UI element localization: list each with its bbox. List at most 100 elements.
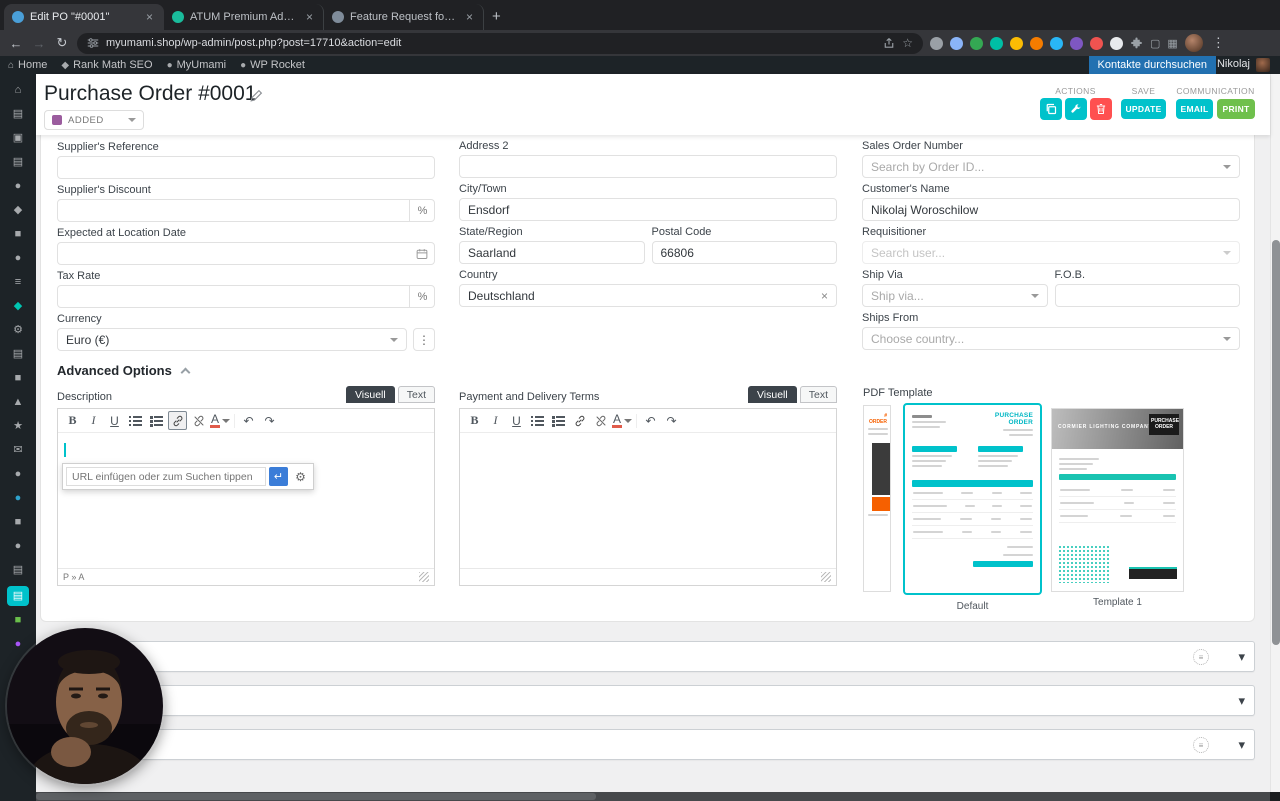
link-url-input[interactable] [66, 467, 266, 486]
extension-icon[interactable] [1090, 36, 1103, 50]
search-contacts-button[interactable]: Kontakte durchsuchen [1088, 56, 1216, 74]
adminbar-home[interactable]: ⌂ Home [8, 59, 47, 71]
clone-po-button[interactable] [1040, 98, 1062, 120]
tab-atum-addons[interactable]: ATUM Premium Add-Ons - ATU × [164, 4, 324, 30]
clear-country-icon[interactable]: × [821, 289, 828, 303]
sidebar-icon-seo[interactable]: ● [8, 466, 28, 482]
new-tab-button[interactable]: + [492, 8, 501, 25]
sidebar-icon-dashboard[interactable]: ⌂ [8, 82, 28, 98]
address-bar[interactable]: myumami.shop/wp-admin/post.php?post=1771… [77, 32, 923, 54]
numbered-list-button[interactable] [549, 411, 568, 430]
vertical-scrollbar-thumb[interactable] [1272, 240, 1280, 645]
collapsed-metabox-3[interactable]: ≡ ▾ [40, 729, 1255, 760]
sidebar-icon-exports[interactable]: ▤ [8, 562, 28, 578]
description-editor[interactable]: B I U A ↶ ↷ ↵ [57, 408, 435, 586]
italic-button[interactable]: I [84, 411, 103, 430]
sidebar-icon-plugins[interactable]: ■ [8, 226, 28, 242]
edit-title-pencil-icon[interactable] [250, 89, 263, 107]
extension-icon[interactable] [1050, 36, 1063, 50]
reload-icon[interactable]: ↻ [54, 35, 70, 51]
sidebar-icon-appearance[interactable]: ◆ [8, 202, 28, 218]
adminbar-user[interactable]: Nikolaj [1217, 58, 1250, 70]
bookmark-star-icon[interactable]: ☆ [902, 36, 913, 50]
visual-tab[interactable]: Visuell [345, 386, 395, 403]
back-icon[interactable]: ← [8, 36, 24, 51]
horizontal-scrollbar[interactable] [36, 792, 1270, 801]
sidebar-icon-marketing[interactable]: ★ [8, 418, 28, 434]
adminbar-rank-math[interactable]: ◆ Rank Math SEO [61, 59, 152, 71]
extension-icon[interactable] [990, 36, 1003, 50]
sidebar-icon-modules[interactable]: ■ [8, 514, 28, 530]
sidebar-icon-mail[interactable]: ✉ [8, 442, 28, 458]
advanced-options-toggle[interactable]: Advanced Options [57, 363, 191, 378]
link-settings-icon[interactable]: ⚙ [291, 467, 310, 486]
currency-options-button[interactable]: ⋮ [413, 328, 435, 351]
tab-close-icon[interactable]: × [144, 10, 155, 24]
extension-icon[interactable] [1010, 36, 1023, 50]
toggle-panel-icon[interactable]: ▾ [1238, 737, 1245, 753]
drag-handle-icon[interactable]: ≡ [1193, 737, 1209, 753]
extensions-puzzle-icon[interactable] [1130, 37, 1143, 50]
ship-via-select[interactable]: Ship via... [862, 284, 1048, 307]
sidebar-icon-pages[interactable]: ▤ [8, 154, 28, 170]
postal-code-input[interactable] [651, 241, 837, 264]
delete-po-button[interactable] [1090, 98, 1112, 120]
terms-editor-content[interactable] [460, 433, 836, 568]
text-tab[interactable]: Text [397, 386, 435, 403]
suppliers-discount-input[interactable] [57, 199, 435, 222]
redo-button[interactable]: ↷ [662, 411, 681, 430]
vertical-scrollbar[interactable] [1270, 74, 1280, 792]
extension-icon[interactable] [1070, 36, 1083, 50]
extension-icon[interactable] [1030, 36, 1043, 50]
sidebar-icon-stock-central[interactable]: ▤ [8, 346, 28, 362]
sales-order-select[interactable]: Search by Order ID... [862, 155, 1240, 178]
collapsed-metabox-1[interactable]: ≡ ▾ [40, 641, 1255, 672]
unlink-button[interactable] [189, 411, 208, 430]
suppliers-reference-input[interactable] [57, 156, 435, 179]
tools-button[interactable] [1065, 98, 1087, 120]
sidebar-icon-atum[interactable]: ◆ [8, 298, 28, 314]
pdf-template-default[interactable]: PURCHASE ORDER [903, 403, 1042, 595]
browser-profile-avatar[interactable] [1184, 34, 1203, 52]
apps-grid-icon[interactable]: ▦ [1167, 37, 1177, 50]
numbered-list-button[interactable] [147, 411, 166, 430]
requisitioner-select[interactable]: Search user... [862, 241, 1240, 264]
extension-icon[interactable] [1110, 36, 1123, 50]
update-button[interactable]: UPDATE [1121, 99, 1166, 119]
redo-button[interactable]: ↷ [260, 411, 279, 430]
sidebar-icon-users[interactable]: ● [8, 250, 28, 266]
link-submit-button[interactable]: ↵ [269, 467, 288, 486]
underline-button[interactable]: U [507, 411, 526, 430]
text-tab[interactable]: Text [799, 386, 837, 403]
italic-button[interactable]: I [486, 411, 505, 430]
sidebar-icon-analytics[interactable]: ▲ [8, 394, 28, 410]
sidebar-icon-products[interactable]: ■ [8, 370, 28, 386]
horizontal-scrollbar-thumb[interactable] [36, 793, 596, 800]
tab-feature-request[interactable]: Feature Request for PO item org × [324, 4, 484, 30]
email-button[interactable]: EMAIL [1176, 99, 1213, 119]
share-icon[interactable] [883, 37, 895, 49]
extension-icon[interactable] [930, 36, 943, 50]
link-button[interactable] [570, 411, 589, 430]
toggle-panel-icon[interactable]: ▾ [1238, 693, 1245, 709]
sidebar-icon-addon-green[interactable]: ■ [8, 612, 28, 628]
visual-tab[interactable]: Visuell [747, 386, 797, 403]
bold-button[interactable]: B [63, 411, 82, 430]
sidebar-icon-notifications[interactable]: ● [8, 490, 28, 506]
country-select[interactable]: Deutschland × [459, 284, 837, 307]
sidebar-icon-media[interactable]: ▣ [8, 130, 28, 146]
ships-from-select[interactable]: Choose country... [862, 327, 1240, 350]
undo-button[interactable]: ↶ [239, 411, 258, 430]
print-button[interactable]: PRINT [1217, 99, 1255, 119]
underline-button[interactable]: U [105, 411, 124, 430]
currency-select[interactable]: Euro (€) [57, 328, 407, 351]
bullet-list-button[interactable] [126, 411, 145, 430]
fob-input[interactable] [1054, 284, 1240, 307]
extension-icon[interactable] [970, 36, 983, 50]
adminbar-site-name[interactable]: ● MyUmami [167, 59, 227, 71]
sidebar-icon-tools[interactable]: ≡ [8, 274, 28, 290]
pdf-template-partial[interactable]: # ORDER [863, 405, 891, 592]
address2-input[interactable] [459, 155, 837, 178]
adminbar-wp-rocket[interactable]: ● WP Rocket [240, 59, 305, 71]
tab-close-icon[interactable]: × [304, 10, 315, 24]
